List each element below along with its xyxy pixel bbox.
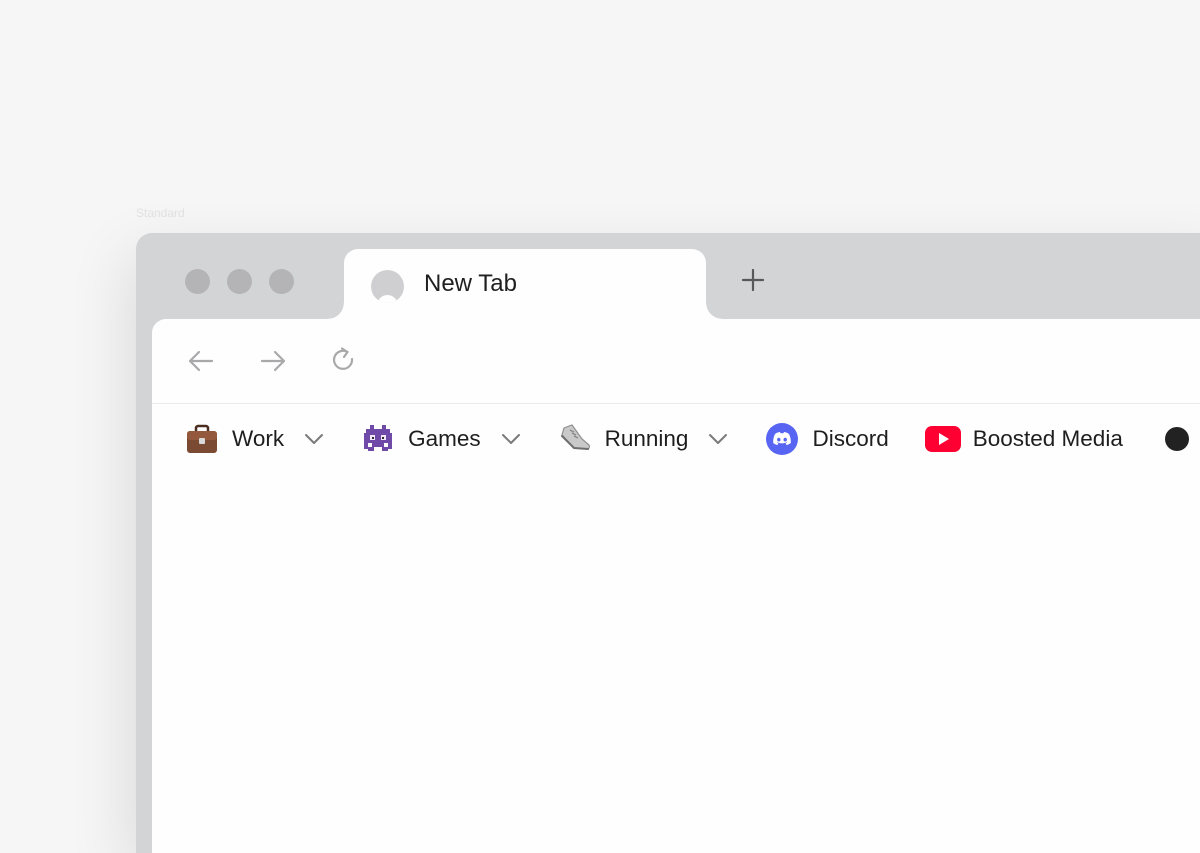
back-button[interactable]	[184, 344, 218, 378]
bookmark-label: Running	[604, 426, 689, 451]
browser-content: Work Games Running Discord Boosted Media	[152, 319, 1200, 853]
bookmark-label: Boosted Media	[972, 426, 1123, 451]
toolbar	[152, 319, 1200, 404]
space-invader-icon	[360, 421, 396, 457]
youtube-icon	[924, 421, 961, 457]
new-tab-button[interactable]	[739, 266, 767, 294]
discord-icon	[764, 421, 800, 457]
minimize-window-button[interactable]	[227, 269, 252, 294]
tab-title: New Tab	[424, 270, 517, 297]
arrow-left-icon	[188, 350, 214, 372]
bookmark-folder-running[interactable]: Running	[557, 421, 729, 457]
close-window-button[interactable]	[185, 269, 210, 294]
reload-button[interactable]	[327, 344, 361, 378]
bookmark-overflow[interactable]	[1159, 421, 1200, 457]
tab-new-tab[interactable]: New Tab	[328, 249, 722, 319]
caption: Standard	[136, 206, 185, 220]
bookmark-label: Games	[408, 426, 481, 451]
bookmarks-bar: Work Games Running Discord Boosted Media	[184, 419, 1200, 459]
bookmark-discord[interactable]: Discord	[764, 421, 889, 457]
zoom-window-button[interactable]	[269, 269, 294, 294]
bookmark-folder-work[interactable]: Work	[184, 421, 324, 457]
arrow-right-icon	[260, 350, 286, 372]
chevron-down-icon	[708, 432, 728, 446]
bookmark-boosted-media[interactable]: Boosted Media	[924, 421, 1123, 457]
reload-icon	[332, 347, 354, 370]
browser-window: New Tab Work Games Running Discord Boost…	[136, 233, 1200, 853]
briefcase-icon	[184, 421, 220, 457]
default-favicon-icon	[371, 270, 404, 303]
bookmark-label: Work	[232, 426, 285, 451]
bookmark-label: Discord	[812, 426, 889, 451]
bookmark-folder-games[interactable]: Games	[360, 421, 521, 457]
forward-button[interactable]	[256, 344, 290, 378]
chevron-down-icon	[304, 432, 324, 446]
running-shoe-icon	[557, 421, 593, 457]
chevron-down-icon	[501, 432, 521, 446]
partial-bookmark-icon	[1159, 421, 1195, 457]
plus-icon	[741, 268, 765, 292]
